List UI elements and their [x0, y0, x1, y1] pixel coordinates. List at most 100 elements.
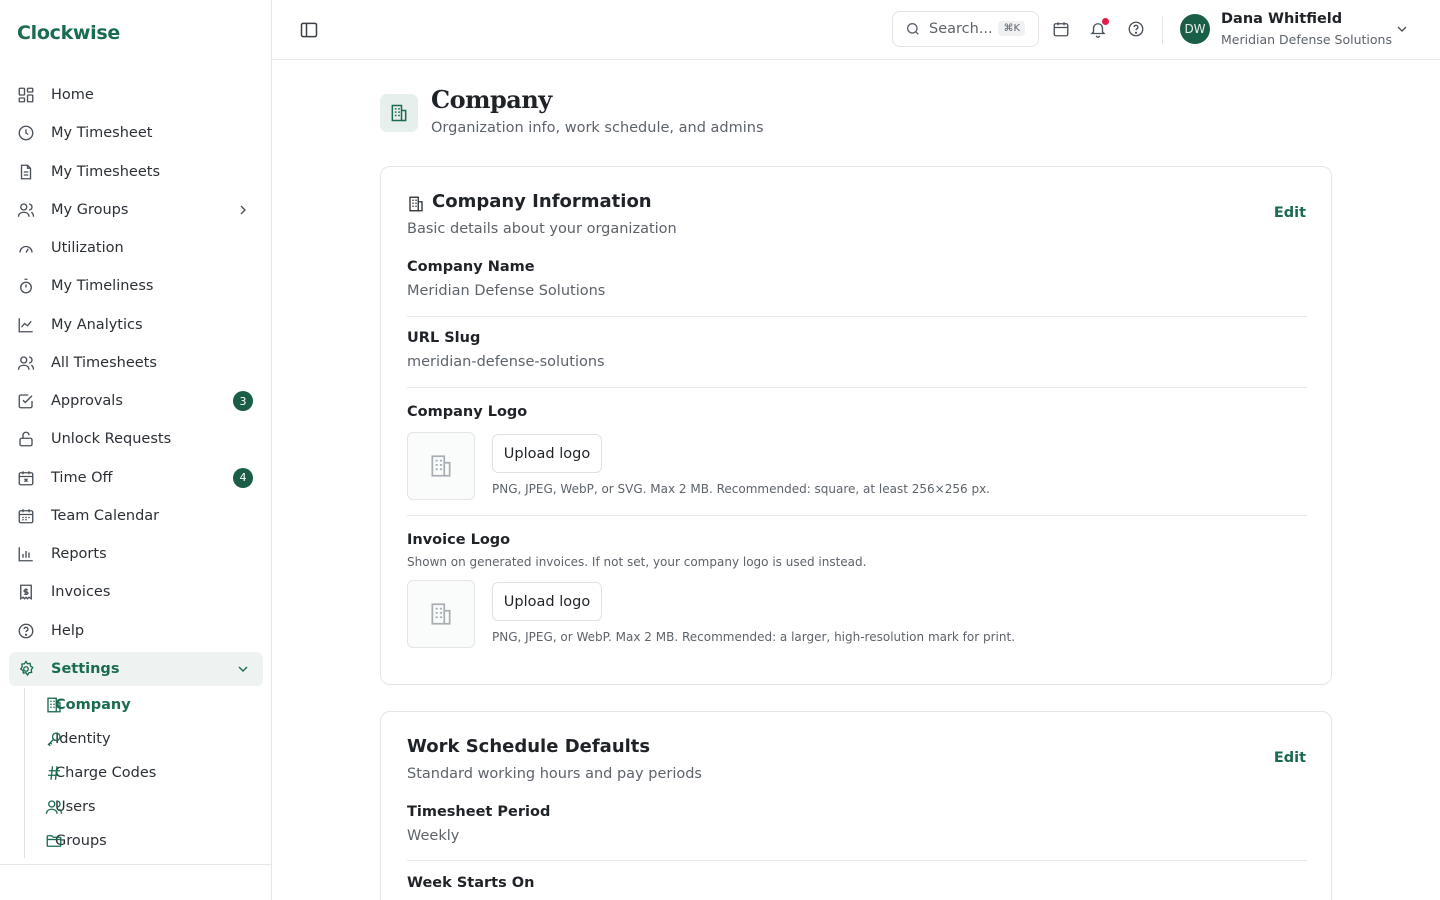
card-title: Company Information — [432, 191, 652, 212]
chevron-right-icon[interactable] — [235, 202, 251, 218]
bar-chart-icon — [17, 545, 35, 563]
brand-logo[interactable]: Clockwise — [17, 22, 120, 44]
sidebar-item-all-timesheets[interactable]: All Timesheets — [9, 346, 263, 380]
sidebar-item-label: Reports — [51, 546, 107, 562]
sidebar-item-label: My Groups — [51, 201, 129, 218]
subnav-item-label: Charge Codes — [55, 765, 157, 781]
sidebar-item-my-timeliness[interactable]: My Timeliness — [9, 269, 263, 303]
field-label: Company Logo — [407, 404, 528, 420]
building-icon — [380, 94, 418, 132]
time-off-count-badge: 4 — [233, 467, 253, 488]
search-placeholder: Search... — [929, 21, 993, 37]
sidebar-item-label: My Analytics — [51, 316, 143, 333]
edit-schedule-button[interactable]: Edit — [1274, 750, 1306, 766]
calendar-icon — [17, 507, 35, 525]
sidebar-item-reports[interactable]: Reports — [9, 537, 263, 571]
line-chart-icon — [17, 316, 35, 334]
sidebar-item-label: Utilization — [51, 240, 124, 256]
sidebar-item-settings[interactable]: Settings — [9, 651, 263, 686]
chevron-down-icon[interactable] — [235, 661, 251, 677]
subnav-item-label: Identity — [55, 731, 111, 747]
sidebar-toggle-icon[interactable] — [299, 20, 319, 40]
divider — [407, 515, 1307, 516]
subnav-item-users[interactable]: Users — [1, 790, 264, 824]
search-shortcut: ⌘K — [998, 21, 1025, 36]
building-icon — [428, 453, 454, 479]
divider — [407, 860, 1307, 861]
sidebar-item-unlock-requests[interactable]: Unlock Requests — [9, 422, 263, 456]
receipt-icon — [17, 583, 35, 601]
sidebar-item-team-calendar[interactable]: Team Calendar — [9, 499, 263, 533]
sidebar-item-label: Invoices — [51, 584, 111, 601]
sidebar-item-label: Home — [51, 87, 94, 103]
settings-subnav: Company Identity Charge Codes Users Grou… — [24, 688, 264, 858]
building-icon — [428, 601, 454, 627]
company-information-card: Company Information Basic details about … — [380, 166, 1332, 685]
sidebar: Clockwise Home My Timesheet My Timesheet… — [0, 0, 272, 900]
avatar[interactable]: DW — [1180, 14, 1210, 44]
user-name[interactable]: Dana Whitfield — [1221, 11, 1342, 27]
field-label: Week Starts On — [407, 875, 535, 891]
divider — [407, 316, 1307, 317]
sidebar-item-help[interactable]: Help — [9, 614, 263, 648]
header-divider — [1162, 16, 1163, 44]
sidebar-item-invoices[interactable]: Invoices — [9, 575, 263, 609]
lock-open-icon — [17, 430, 35, 448]
sidebar-item-label: Time Off — [51, 469, 113, 486]
help-circle-icon — [17, 622, 35, 640]
company-name-value: Meridian Defense Solutions — [407, 283, 606, 299]
document-icon — [17, 163, 35, 181]
clock-icon — [17, 124, 35, 142]
upload-invoice-logo-button[interactable]: Upload logo — [492, 582, 602, 621]
divider — [407, 387, 1307, 388]
sidebar-item-my-analytics[interactable]: My Analytics — [9, 308, 263, 342]
calendar-x-icon — [17, 469, 35, 487]
subnav-item-charge-codes[interactable]: Charge Codes — [1, 756, 264, 790]
page-subtitle: Organization info, work schedule, and ad… — [431, 120, 764, 136]
sidebar-item-my-timesheet[interactable]: My Timesheet — [9, 116, 263, 150]
bell-icon[interactable] — [1089, 18, 1109, 38]
field-label: Company Name — [407, 259, 535, 275]
subnav-item-groups[interactable]: Groups — [1, 824, 264, 858]
sidebar-item-my-timesheets[interactable]: My Timesheets — [9, 155, 263, 189]
page-title: Company — [431, 85, 552, 114]
sidebar-item-time-off[interactable]: Time Off 4 — [9, 461, 263, 495]
search-input[interactable]: Search... ⌘K — [892, 11, 1039, 47]
sidebar-item-my-groups[interactable]: My Groups — [9, 193, 263, 227]
calendar-icon[interactable] — [1052, 20, 1070, 38]
key-icon — [45, 730, 63, 748]
card-description: Basic details about your organization — [407, 221, 677, 237]
sidebar-item-label: Approvals — [51, 393, 123, 409]
field-label: URL Slug — [407, 330, 481, 346]
sidebar-item-label: My Timesheets — [51, 163, 161, 180]
building-icon — [407, 195, 425, 213]
subnav-item-company[interactable]: Company — [1, 688, 264, 722]
sidebar-nav: Home My Timesheet My Timesheets My Group… — [9, 78, 263, 690]
chevron-down-icon[interactable] — [1394, 21, 1410, 37]
users-icon — [17, 201, 35, 219]
field-label: Invoice Logo — [407, 532, 511, 548]
subnav-item-identity[interactable]: Identity — [1, 722, 264, 756]
work-schedule-card: Work Schedule Defaults Standard working … — [380, 711, 1332, 900]
invoice-logo-placeholder — [407, 580, 475, 648]
company-logo-placeholder — [407, 432, 475, 500]
sidebar-item-label: Unlock Requests — [51, 431, 172, 448]
sidebar-item-home[interactable]: Home — [9, 78, 263, 112]
sidebar-item-approvals[interactable]: Approvals 3 — [9, 384, 263, 418]
sidebar-item-label: Team Calendar — [51, 507, 160, 524]
approvals-count-badge: 3 — [233, 391, 253, 411]
users-icon — [45, 798, 63, 816]
gauge-icon — [17, 239, 35, 257]
invoice-logo-help: Shown on generated invoices. If not set,… — [407, 555, 867, 569]
building-icon — [45, 696, 63, 714]
sidebar-footer-divider — [0, 864, 271, 865]
card-title: Work Schedule Defaults — [407, 736, 651, 757]
edit-company-button[interactable]: Edit — [1274, 205, 1306, 221]
upload-company-logo-button[interactable]: Upload logo — [492, 434, 602, 473]
field-label: Timesheet Period — [407, 804, 551, 820]
gear-icon — [17, 660, 35, 678]
sidebar-item-utilization[interactable]: Utilization — [9, 231, 263, 265]
subnav-item-label: Company — [55, 697, 131, 713]
logo-hint: PNG, JPEG, WebP, or SVG. Max 2 MB. Recom… — [492, 482, 990, 496]
help-circle-icon[interactable] — [1127, 20, 1145, 38]
